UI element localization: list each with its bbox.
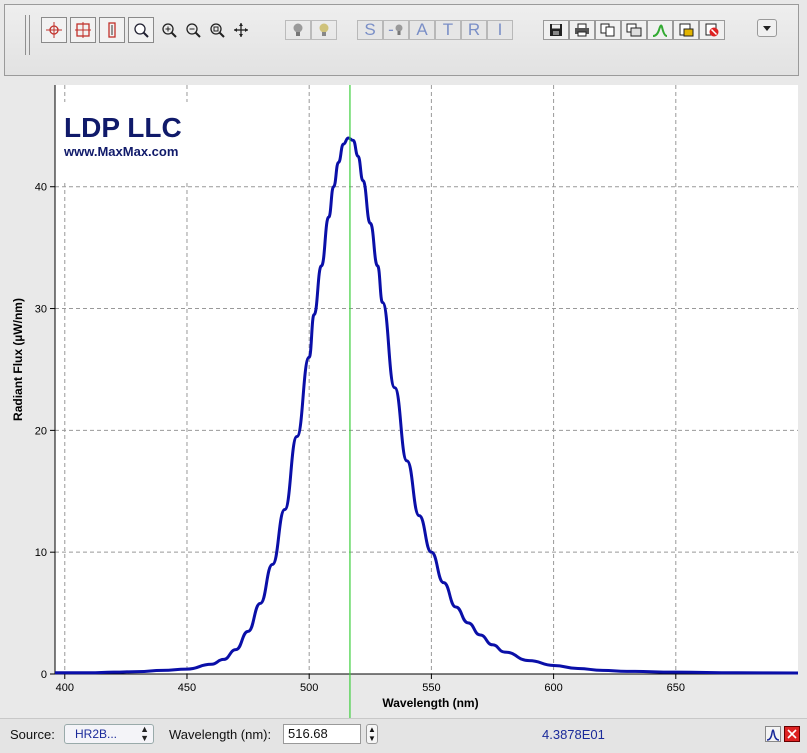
file-group (543, 17, 725, 43)
logo-title: LDP LLC (64, 112, 182, 143)
peak-icon[interactable] (765, 726, 781, 742)
copy-icon[interactable] (595, 20, 621, 40)
source-value: HR2B... (75, 727, 118, 741)
logo-url: www.MaxMax.com (63, 144, 178, 159)
mode-r-button[interactable]: R (461, 20, 487, 40)
x-tick-label: 650 (667, 682, 685, 694)
toolbar: S - A T R I (4, 4, 799, 76)
toolbar-grip[interactable] (29, 15, 30, 55)
zoom-fit-icon[interactable] (205, 18, 229, 42)
x-tick-label: 450 (178, 682, 196, 694)
pan-icon[interactable] (229, 18, 253, 42)
mode-i-button[interactable]: I (487, 20, 513, 40)
y-tick-label: 20 (35, 425, 47, 437)
lamp-group (285, 17, 337, 43)
select-arrows-icon: ▲ ▼ (140, 724, 149, 743)
y-tick-label: 40 (35, 182, 47, 194)
source-select[interactable]: HR2B... ▲ ▼ (64, 724, 154, 744)
chart-panel: 400 450 500 550 600 650 0 10 20 30 40 LDP LLC www.… (0, 80, 807, 718)
x-tick-label: 400 (56, 682, 74, 694)
toolbar-grip[interactable] (25, 15, 26, 55)
spectrum-icon[interactable] (647, 20, 673, 40)
close-icon[interactable] (784, 726, 800, 742)
x-tick-label: 550 (422, 682, 440, 694)
crosshair-icon[interactable] (41, 17, 67, 43)
wavelength-input[interactable]: 516.68 (283, 724, 361, 744)
bulb-on-icon[interactable] (311, 20, 337, 40)
zoom-box-icon[interactable] (70, 17, 96, 43)
logo: LDP LLC www.MaxMax.com (57, 102, 225, 182)
wavelength-stepper[interactable]: ▲ ▼ (366, 724, 378, 744)
y-axis-title: Radiant Flux (µW/nm) (11, 298, 25, 421)
zoom-in-icon[interactable] (157, 18, 181, 42)
spectrum-chart[interactable]: 400 450 500 550 600 650 0 10 20 30 40 LDP LLC www.… (0, 80, 807, 718)
mode-a-button[interactable]: A (409, 20, 435, 40)
clear-icon[interactable] (699, 20, 725, 40)
mode-group: S - A T R I (357, 17, 513, 43)
menu-group (757, 15, 777, 41)
vertical-zoom-icon[interactable] (99, 17, 125, 43)
copy-window-icon[interactable] (621, 20, 647, 40)
zoom-region-icon[interactable] (128, 17, 154, 43)
y-tick-label: 10 (35, 547, 47, 559)
mode-t-button[interactable]: T (435, 20, 461, 40)
dropdown-menu-icon[interactable] (757, 19, 777, 37)
bulb-off-icon[interactable] (285, 20, 311, 40)
x-tick-label: 600 (544, 682, 562, 694)
status-bar: Source: HR2B... ▲ ▼ Wavelength (nm): 516.… (0, 718, 807, 753)
export-icon[interactable] (673, 20, 699, 40)
mode-dark-button[interactable]: - (383, 20, 409, 40)
bulb-small-icon (395, 24, 403, 35)
wavelength-label: Wavelength (nm): (169, 727, 272, 742)
y-tick-label: 30 (35, 304, 47, 316)
flux-readout: 4.3878E01 (542, 727, 605, 742)
zoom-tool-group (41, 17, 253, 43)
print-icon[interactable] (569, 20, 595, 40)
source-label: Source: (10, 727, 55, 742)
x-tick-label: 500 (300, 682, 318, 694)
mode-s-button[interactable]: S (357, 20, 383, 40)
save-icon[interactable] (543, 20, 569, 40)
zoom-out-icon[interactable] (181, 18, 205, 42)
y-tick-label: 0 (41, 669, 47, 681)
x-axis-title: Wavelength (nm) (382, 696, 478, 710)
